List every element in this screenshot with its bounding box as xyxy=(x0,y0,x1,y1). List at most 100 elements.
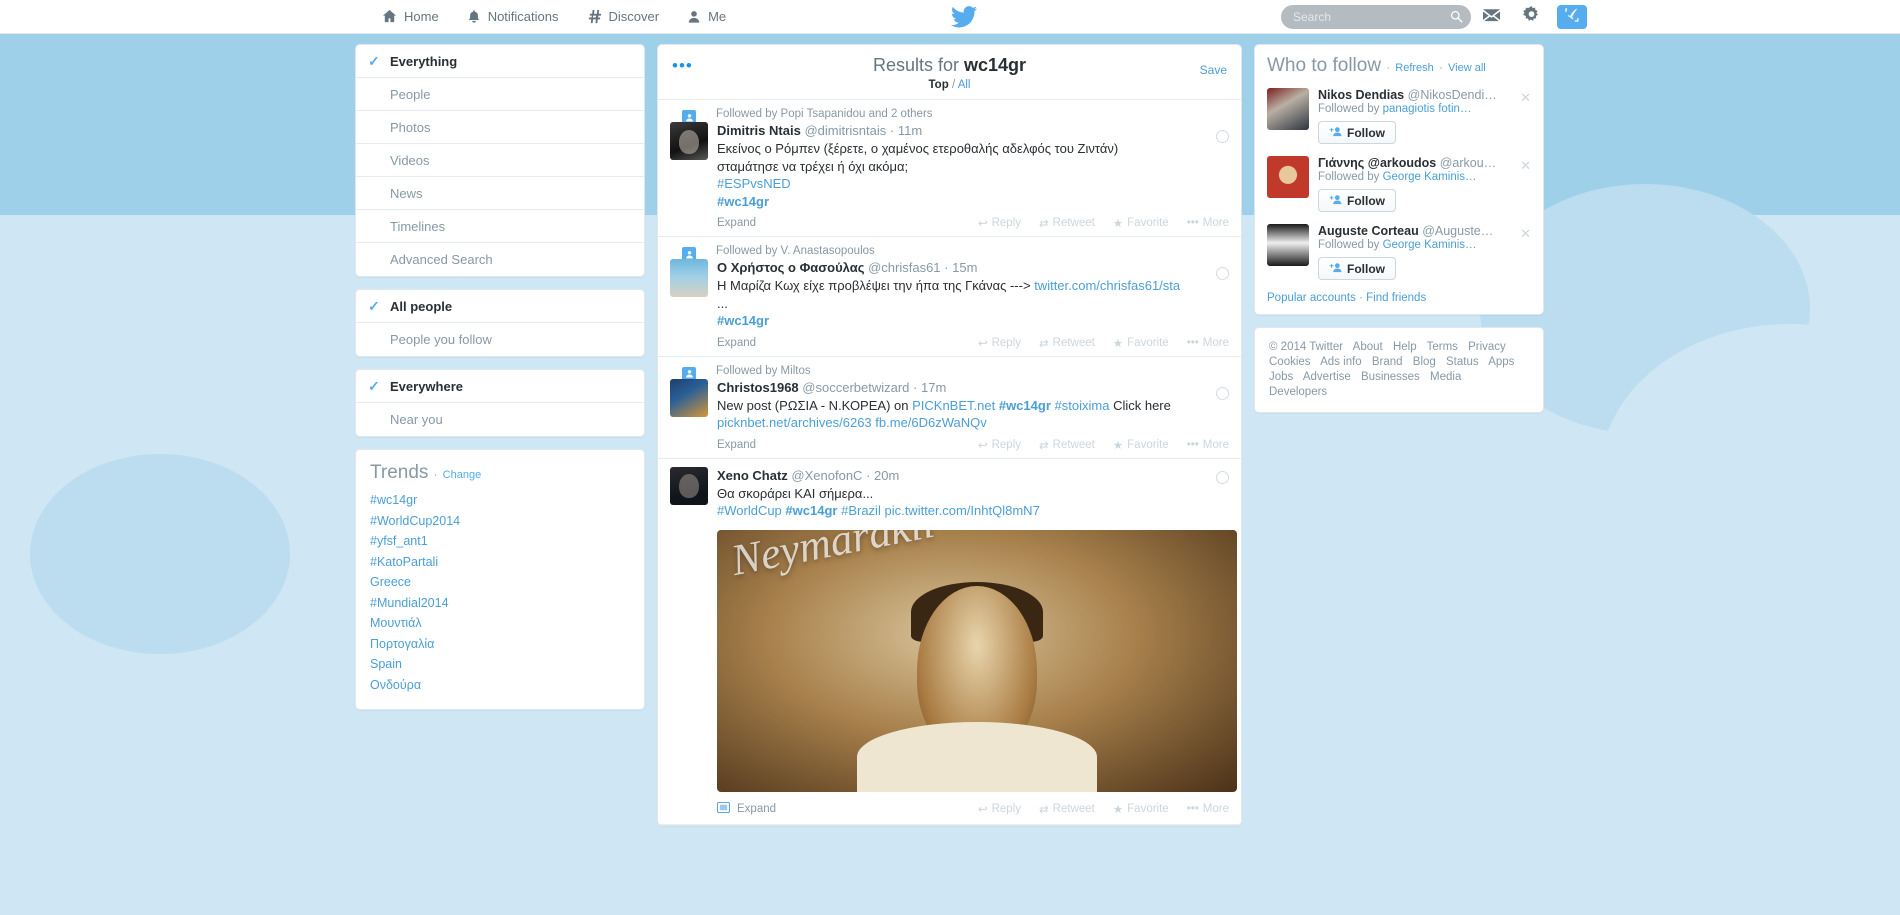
reply-button[interactable]: ↩ Reply xyxy=(978,216,1021,230)
sidebar-item-everywhere[interactable]: ✓ Everywhere xyxy=(356,370,644,403)
avatar[interactable] xyxy=(1267,224,1309,266)
twitter-bird-icon[interactable] xyxy=(950,6,978,28)
trend-item[interactable]: Μουντιάλ xyxy=(370,613,630,634)
search-box[interactable] xyxy=(1281,5,1471,29)
tweet-author-name[interactable]: Christos1968 xyxy=(717,380,799,395)
trend-item[interactable]: Πορτογαλία xyxy=(370,634,630,655)
reply-button[interactable]: ↩ Reply xyxy=(978,336,1021,350)
sidebar-item-advanced-search[interactable]: Advanced Search xyxy=(356,243,644,276)
dismiss-icon[interactable]: ✕ xyxy=(1520,90,1531,106)
hashtag-link[interactable]: #stoixima xyxy=(1055,398,1110,413)
more-button[interactable]: ••• More xyxy=(1187,438,1229,452)
trend-item[interactable]: #yfsf_ant1 xyxy=(370,531,630,552)
tab-top[interactable]: Top xyxy=(929,79,949,91)
tweet-timestamp[interactable]: 20m xyxy=(874,468,899,483)
sidebar-item-videos[interactable]: Videos xyxy=(356,144,644,177)
tweet-item[interactable]: Followed by Miltos Christos1968 @soccerb… xyxy=(658,357,1241,459)
expand-button[interactable]: Expand xyxy=(717,439,756,451)
expand-button[interactable]: Expand xyxy=(737,803,776,815)
favorite-button[interactable]: ★ Favorite xyxy=(1113,438,1169,452)
follow-button[interactable]: Follow xyxy=(1318,257,1396,280)
tweet-item[interactable]: Followed by Popi Tsapanidou and 2 others… xyxy=(658,100,1241,237)
footer-link[interactable]: Businesses xyxy=(1361,371,1420,383)
hashtag-link[interactable]: #WorldCup xyxy=(717,503,782,518)
avatar[interactable] xyxy=(670,259,708,297)
avatar[interactable] xyxy=(670,466,708,505)
footer-link[interactable]: Ads info xyxy=(1320,356,1362,368)
more-button[interactable]: ••• More xyxy=(1187,336,1229,350)
footer-link[interactable]: Media xyxy=(1430,371,1461,383)
follow-button[interactable]: Follow xyxy=(1318,121,1396,144)
sidebar-item-everything[interactable]: ✓ Everything xyxy=(356,45,644,78)
tweet-timestamp[interactable]: 15m xyxy=(952,260,977,275)
more-button[interactable]: ••• More xyxy=(1187,802,1229,816)
favorite-button[interactable]: ★ Favorite xyxy=(1113,336,1169,350)
tab-all[interactable]: All xyxy=(958,79,971,91)
tweet-url-link[interactable]: picknbet.net/archives/6263 xyxy=(717,415,872,430)
trend-item[interactable]: #KatoPartali xyxy=(370,552,630,573)
hashtag-link[interactable]: #wc14gr xyxy=(717,194,769,209)
view-all-link[interactable]: View all xyxy=(1448,62,1486,74)
tweet-url-link[interactable]: twitter.com/chrisfas61/sta xyxy=(1034,278,1180,293)
hashtag-link[interactable]: #wc14gr xyxy=(785,503,837,518)
dismiss-icon[interactable]: ✕ xyxy=(1520,158,1531,174)
follow-button[interactable]: Follow xyxy=(1318,189,1396,212)
expand-button[interactable]: Expand xyxy=(717,337,756,349)
avatar[interactable] xyxy=(1267,156,1309,198)
footer-link[interactable]: About xyxy=(1353,341,1383,353)
suggested-user-name[interactable]: Γιάννης @arkoudos @arkou… xyxy=(1318,156,1531,170)
nav-item-me[interactable]: Me xyxy=(673,0,740,34)
messages-button[interactable] xyxy=(1471,0,1511,34)
footer-link[interactable]: Jobs xyxy=(1269,371,1293,383)
find-friends-link[interactable]: Find friends xyxy=(1366,292,1426,304)
favorite-button[interactable]: ★ Favorite xyxy=(1113,802,1169,816)
tweet-item[interactable]: Xeno Chatz @XenofonC · 20m Θα σκοράρει Κ… xyxy=(658,459,1241,825)
reply-button[interactable]: ↩ Reply xyxy=(978,802,1021,816)
sidebar-item-timelines[interactable]: Timelines xyxy=(356,210,644,243)
tweet-url-link[interactable]: fb.me/6D6zWaNQv xyxy=(875,415,987,430)
reply-button[interactable]: ↩ Reply xyxy=(978,438,1021,452)
settings-button[interactable] xyxy=(1511,0,1551,34)
footer-link[interactable]: Cookies xyxy=(1269,356,1311,368)
photo-url-link[interactable]: pic.twitter.com/InhtQl8mN7 xyxy=(884,503,1039,518)
footer-link[interactable]: Status xyxy=(1446,356,1479,368)
followed-by-name[interactable]: panagiotis fotin… xyxy=(1383,103,1472,115)
suggested-user-name[interactable]: Auguste Corteau @Auguste… xyxy=(1318,224,1531,238)
retweet-button[interactable]: ⇄ Retweet xyxy=(1039,336,1095,350)
tweet-timestamp[interactable]: 11m xyxy=(898,123,922,138)
sidebar-item-photos[interactable]: Photos xyxy=(356,111,644,144)
tweet-author-handle[interactable]: @chrisfas61 xyxy=(868,260,940,275)
favorite-button[interactable]: ★ Favorite xyxy=(1113,216,1169,230)
tweet-photo[interactable]: Neymarákii xyxy=(717,529,1237,792)
tweet-url-link[interactable]: PICKnBET.net xyxy=(912,398,995,413)
footer-link[interactable]: Blog xyxy=(1413,356,1436,368)
retweet-button[interactable]: ⇄ Retweet xyxy=(1039,216,1095,230)
search-icon[interactable] xyxy=(1450,10,1463,28)
followed-by-name[interactable]: George Kaminis… xyxy=(1383,239,1477,251)
avatar[interactable] xyxy=(670,122,708,160)
avatar[interactable] xyxy=(1267,88,1309,130)
hashtag-link[interactable]: #wc14gr xyxy=(999,398,1051,413)
footer-link[interactable]: Privacy xyxy=(1468,341,1506,353)
tweet-author-name[interactable]: Dimitris Ntais xyxy=(717,123,801,138)
trend-item[interactable]: #wc14gr xyxy=(370,490,630,511)
tweet-author-handle[interactable]: @dimitrisntais xyxy=(804,123,886,138)
footer-link[interactable]: Advertise xyxy=(1303,371,1351,383)
suggested-user-name[interactable]: Nikos Dendias @NikosDendi… xyxy=(1318,88,1531,102)
tweet-timestamp[interactable]: 17m xyxy=(921,380,946,395)
nav-item-notifications[interactable]: Notifications xyxy=(453,0,573,34)
dismiss-icon[interactable]: ✕ xyxy=(1520,226,1531,242)
avatar[interactable] xyxy=(670,378,708,417)
footer-link[interactable]: Apps xyxy=(1488,356,1514,368)
retweet-button[interactable]: ⇄ Retweet xyxy=(1039,802,1095,816)
more-dots-icon[interactable]: ••• xyxy=(672,57,693,74)
tweet-author-handle[interactable]: @XenofonC xyxy=(791,468,862,483)
footer-link[interactable]: Brand xyxy=(1372,356,1403,368)
trend-item[interactable]: Greece xyxy=(370,572,630,593)
footer-link[interactable]: Developers xyxy=(1269,386,1327,398)
more-button[interactable]: ••• More xyxy=(1187,216,1229,230)
save-search-button[interactable]: Save xyxy=(1200,63,1227,77)
trend-item[interactable]: Ονδούρα xyxy=(370,675,630,696)
tweet-item[interactable]: Followed by V. Anastasopoulos Ο Χρήστος … xyxy=(658,237,1241,357)
sidebar-item-people-you-follow[interactable]: People you follow xyxy=(356,323,644,356)
